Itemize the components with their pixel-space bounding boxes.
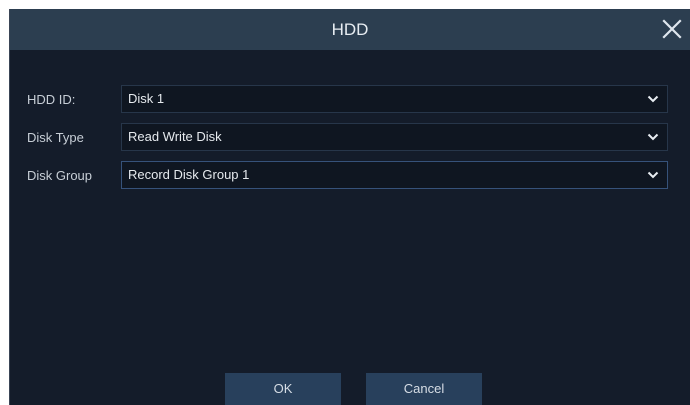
hdd-id-row: HDD ID: Disk 1 [10,85,690,115]
hdd-id-label: HDD ID: [27,92,76,107]
hdd-id-select[interactable]: Disk 1 [121,85,668,113]
hdd-id-value: Disk 1 [128,91,165,106]
title-bar: HDD [10,9,690,50]
disk-type-value: Read Write Disk [128,129,222,144]
disk-group-select[interactable]: Record Disk Group 1 [121,161,668,189]
disk-group-value: Record Disk Group 1 [128,167,250,182]
cancel-button[interactable]: Cancel [366,373,482,405]
close-icon[interactable] [660,17,684,41]
disk-type-row: Disk Type Read Write Disk [10,123,690,153]
dialog-title: HDD [331,20,369,39]
chevron-down-icon [647,170,659,180]
disk-type-label: Disk Type [27,130,84,145]
chevron-down-icon [647,132,659,142]
hdd-dialog: HDD HDD ID: Disk 1 Disk Type Read Write … [9,9,690,405]
disk-group-label: Disk Group [27,168,93,183]
disk-group-row: Disk Group Record Disk Group 1 [10,161,690,191]
disk-type-select[interactable]: Read Write Disk [121,123,668,151]
ok-button[interactable]: OK [225,373,341,405]
chevron-down-icon [647,94,659,104]
